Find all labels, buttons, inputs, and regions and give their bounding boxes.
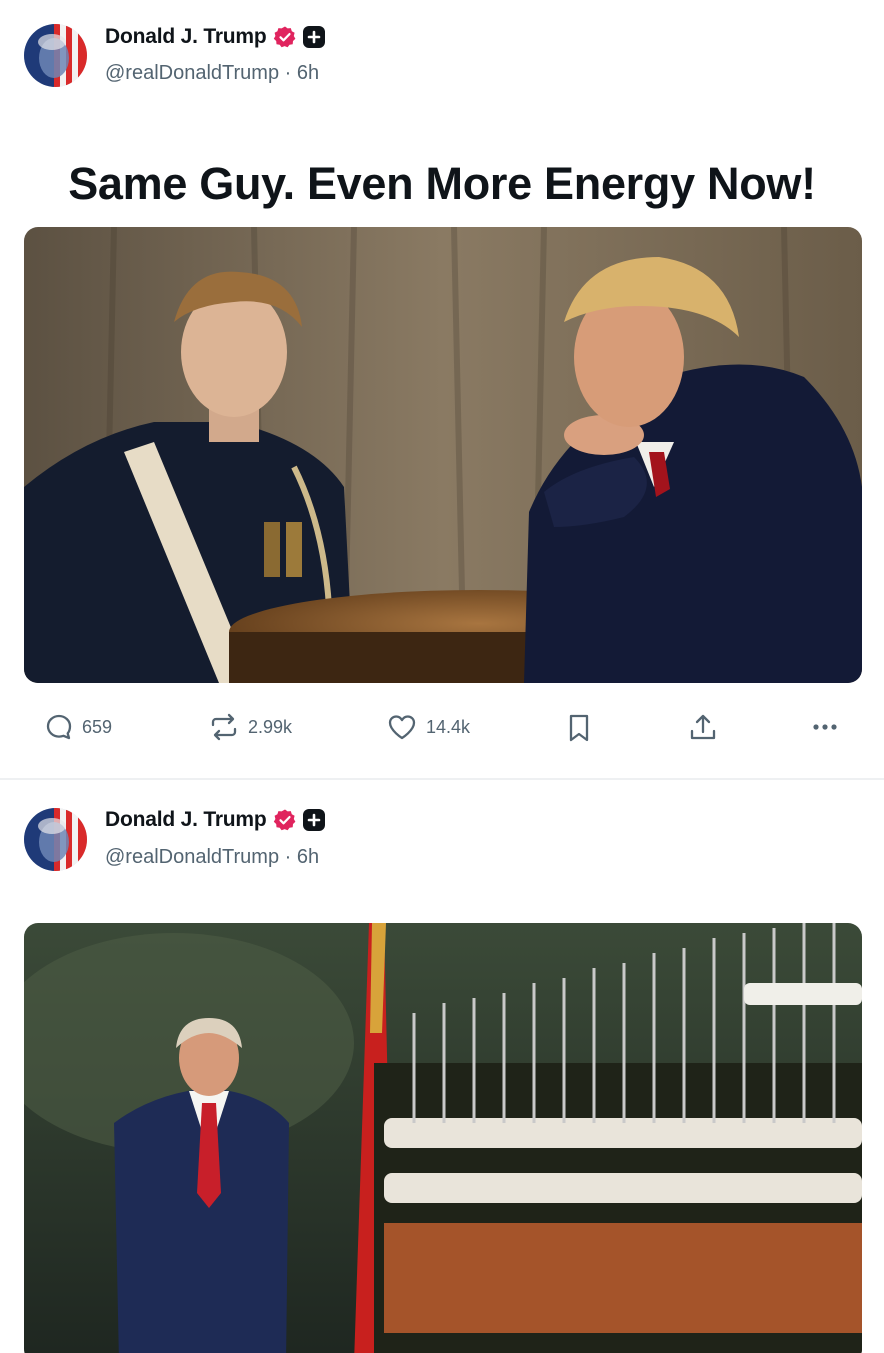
verified-badge-icon bbox=[273, 808, 297, 832]
post-actions: 659 2.99k 14.4k bbox=[0, 712, 884, 752]
author-name[interactable]: Donald J. Trump bbox=[105, 25, 267, 49]
share-button[interactable] bbox=[688, 712, 718, 744]
author-handle[interactable]: @realDonaldTrump bbox=[105, 846, 279, 868]
post-time[interactable]: 6h bbox=[297, 846, 319, 868]
avatar[interactable] bbox=[24, 24, 87, 87]
avatar[interactable] bbox=[24, 808, 87, 871]
post-time[interactable]: 6h bbox=[297, 62, 319, 84]
like-icon bbox=[388, 715, 416, 740]
share-icon bbox=[690, 714, 716, 740]
separator: · bbox=[284, 62, 292, 84]
like-count: 14.4k bbox=[426, 716, 471, 737]
author-name[interactable]: Donald J. Trump bbox=[105, 808, 267, 832]
repost-button[interactable]: 2.99k bbox=[208, 712, 292, 742]
like-button[interactable]: 14.4k bbox=[386, 712, 470, 742]
more-button[interactable] bbox=[810, 712, 840, 742]
post-headline: Same Guy. Even More Energy Now! bbox=[68, 158, 816, 209]
bookmark-icon bbox=[569, 714, 589, 742]
reply-button[interactable]: 659 bbox=[44, 712, 112, 742]
post[interactable]: Donald J. Trump @realDonaldTrump · 6h bbox=[0, 780, 884, 1353]
author-handle[interactable]: @realDonaldTrump bbox=[105, 62, 279, 84]
post-image[interactable] bbox=[24, 227, 862, 683]
plus-icon bbox=[302, 26, 325, 48]
separator: · bbox=[284, 846, 292, 868]
repost-count: 2.99k bbox=[248, 716, 293, 737]
reply-icon bbox=[46, 714, 72, 740]
author-meta: @realDonaldTrump · 6h bbox=[105, 62, 319, 85]
verified-badge-icon bbox=[273, 25, 297, 49]
more-icon bbox=[813, 724, 837, 730]
author-meta: @realDonaldTrump · 6h bbox=[105, 846, 319, 869]
post-image[interactable] bbox=[24, 923, 862, 1353]
bookmark-button[interactable] bbox=[566, 712, 592, 744]
repost-icon bbox=[211, 713, 237, 741]
plus-icon bbox=[302, 809, 325, 831]
post[interactable]: Donald J. Trump @realDonaldTrump · 6h Sa… bbox=[0, 0, 884, 778]
reply-count: 659 bbox=[82, 716, 113, 737]
